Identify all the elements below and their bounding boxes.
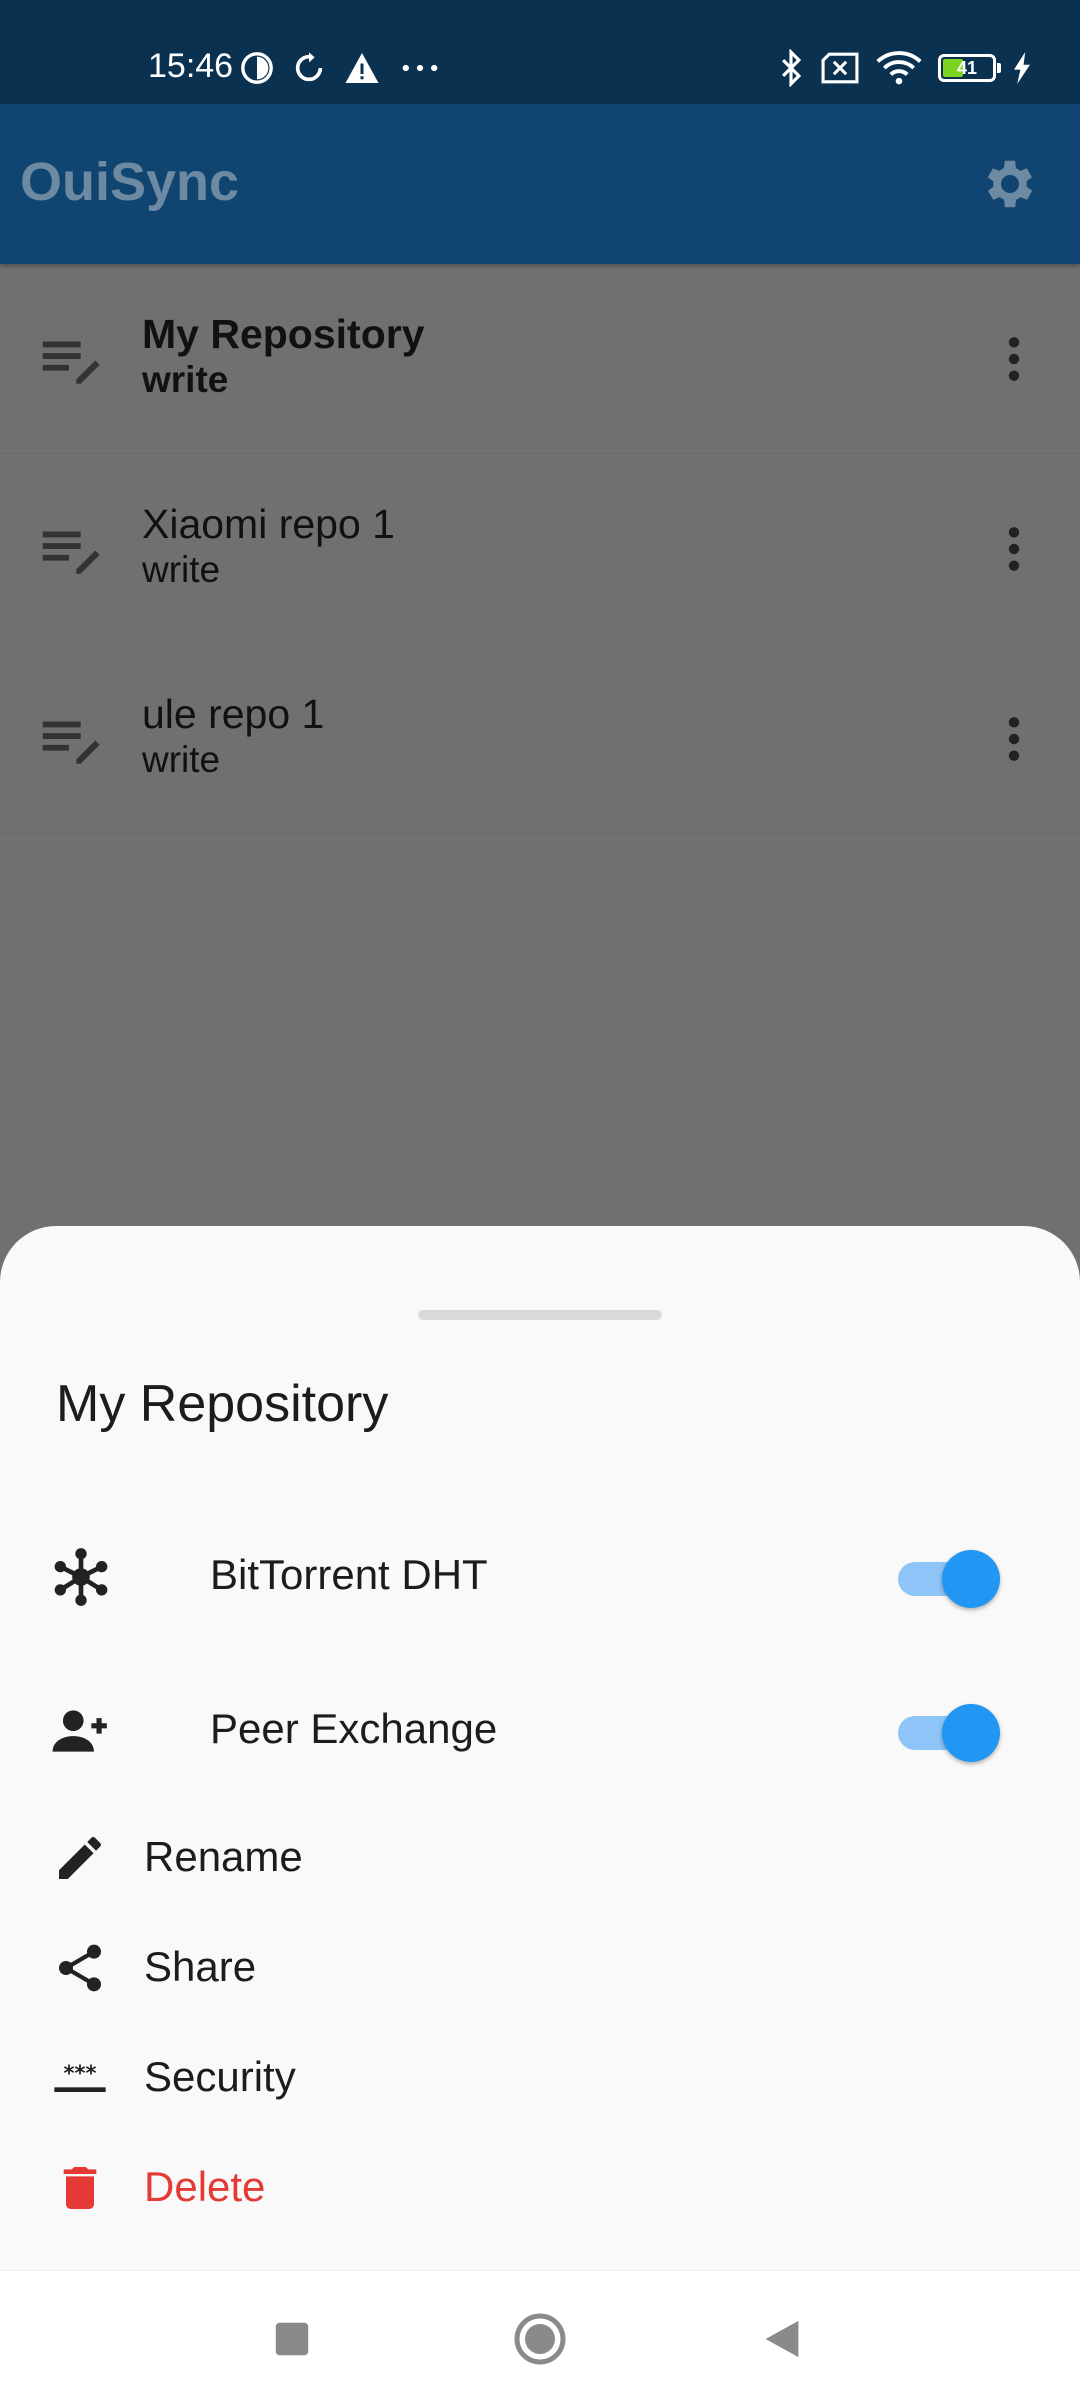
more-vert-icon	[1008, 337, 1020, 381]
rename-action[interactable]: Rename	[0, 1808, 1080, 1904]
share-action[interactable]: Share	[0, 1918, 1080, 2014]
battery-level: 41	[956, 58, 978, 78]
recents-button[interactable]	[262, 2309, 322, 2369]
repository-name: ule repo 1	[142, 691, 325, 737]
action-label: Security	[144, 2053, 296, 2100]
repository-options-sheet: My Repository BitTorrent DHT Peer Exchan…	[0, 1226, 1080, 2270]
action-label: Rename	[144, 1833, 303, 1880]
home-circle-icon	[514, 2313, 566, 2365]
action-label: Share	[144, 1943, 257, 1990]
app-title: OuiSync	[20, 152, 240, 212]
peer-exchange-switch[interactable]	[898, 1704, 1000, 1762]
dht-network-icon	[54, 1548, 108, 1606]
no-sim-icon	[821, 52, 859, 84]
edit-note-icon	[42, 721, 100, 764]
pencil-icon	[59, 1836, 101, 1879]
data-saver-icon	[241, 52, 273, 84]
settings-button[interactable]	[974, 148, 1046, 220]
status-right-icons: 41	[778, 46, 1032, 90]
trash-icon	[63, 2167, 97, 2209]
edit-note-icon	[42, 341, 100, 384]
recents-square-icon	[275, 2322, 309, 2356]
security-action[interactable]: *** Security	[0, 2028, 1080, 2124]
repository-row[interactable]: Xiaomi repo 1 write	[0, 454, 1080, 644]
wifi-icon	[876, 51, 922, 85]
repository-menu-button[interactable]	[984, 704, 1044, 774]
status-bar: 15:46 41	[0, 0, 1080, 104]
more-notifications-icon	[402, 64, 438, 72]
home-button[interactable]	[510, 2309, 570, 2369]
action-label: Delete	[144, 2163, 266, 2210]
share-icon	[59, 1944, 101, 1992]
charging-icon	[1014, 52, 1030, 84]
svg-text:***: ***	[64, 2061, 97, 2085]
repository-row[interactable]: My Repository write	[0, 264, 1080, 454]
toggle-peer-exchange[interactable]: Peer Exchange	[0, 1668, 1080, 1788]
toggle-label: BitTorrent DHT	[210, 1551, 488, 1598]
repository-name: My Repository	[142, 311, 425, 357]
more-vert-icon	[1008, 527, 1020, 571]
delete-action[interactable]: Delete	[0, 2138, 1080, 2234]
more-vert-icon	[1008, 717, 1020, 761]
repository-menu-button[interactable]	[984, 324, 1044, 394]
repository-access: write	[142, 739, 221, 780]
bluetooth-icon	[781, 49, 802, 87]
repository-name: Xiaomi repo 1	[142, 501, 395, 547]
warning-icon	[345, 53, 379, 83]
repository-access: write	[142, 359, 229, 400]
add-person-icon	[52, 1710, 107, 1752]
system-nav-bar	[0, 2270, 1080, 2401]
bittorrent-dht-switch[interactable]	[898, 1550, 1000, 1608]
battery-icon: 41	[938, 54, 1001, 82]
repository-access: write	[142, 549, 221, 590]
repository-row[interactable]: ule repo 1 write	[0, 644, 1080, 834]
app-bar: OuiSync	[0, 104, 1080, 264]
password-icon: ***	[54, 2061, 106, 2092]
back-triangle-icon	[765, 2320, 799, 2358]
status-left-icons	[240, 46, 442, 90]
repository-menu-button[interactable]	[984, 514, 1044, 584]
back-button[interactable]	[752, 2309, 812, 2369]
sync-icon	[295, 52, 323, 82]
gear-icon	[987, 160, 1033, 208]
toggle-bittorrent-dht[interactable]: BitTorrent DHT	[0, 1514, 1080, 1634]
sheet-title: My Repository	[56, 1375, 389, 1433]
toggle-label: Peer Exchange	[210, 1705, 498, 1752]
repository-list: My Repository write Xiaomi repo 1 write …	[0, 264, 1080, 834]
edit-note-icon	[42, 531, 100, 574]
status-time: 15:46	[148, 47, 234, 85]
sheet-drag-handle[interactable]	[418, 1310, 662, 1320]
